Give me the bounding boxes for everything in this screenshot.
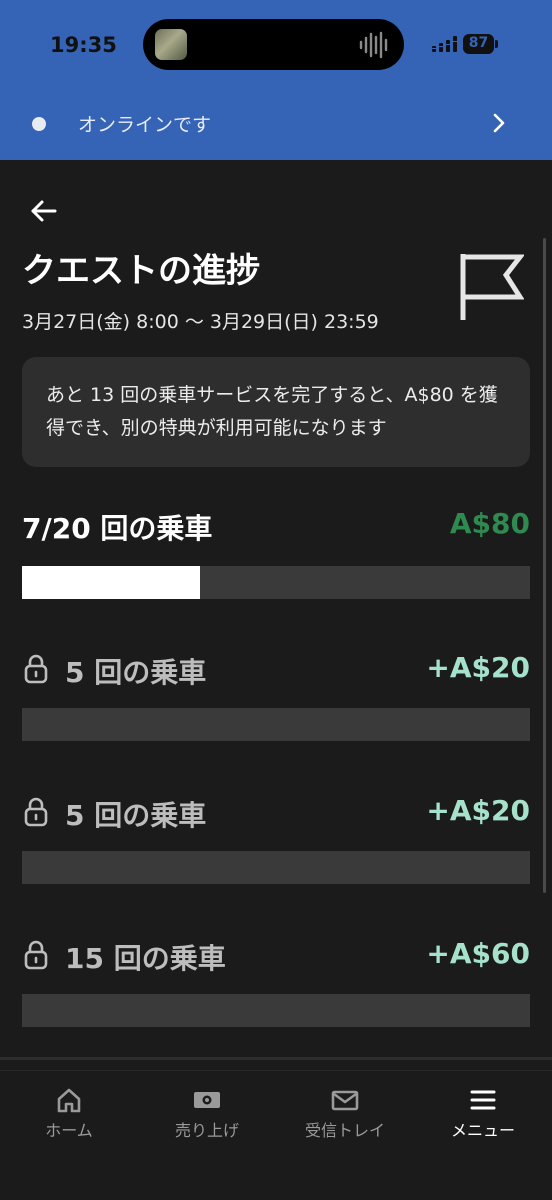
lock-icon	[24, 797, 48, 827]
tier-reward-amount: +A$60	[426, 937, 530, 970]
chevron-right-icon[interactable]	[490, 112, 508, 134]
battery-icon: 87	[463, 34, 498, 54]
tier-label: 15 回の乗車	[65, 942, 226, 975]
current-progress-fill	[22, 566, 200, 599]
nav-item-earnings[interactable]: 売り上げ	[138, 1087, 276, 1141]
nav-label-menu: メニュー	[450, 1121, 515, 1140]
nav-item-home[interactable]: ホーム	[0, 1087, 138, 1141]
lock-icon	[24, 940, 48, 970]
nav-label-earnings: 売り上げ	[174, 1121, 239, 1140]
lock-icon	[24, 654, 48, 684]
tier-reward-amount: +A$20	[426, 794, 530, 827]
tier-progress-bar	[22, 708, 530, 741]
battery-level: 87	[468, 35, 489, 51]
status-and-banner: 19:35 87 オンラインです	[0, 0, 552, 160]
cellular-signal-icon	[432, 36, 457, 52]
dynamic-island[interactable]	[143, 19, 404, 70]
current-progress-bar	[22, 566, 530, 599]
scrollbar[interactable]	[543, 238, 546, 893]
audio-wave-icon	[359, 31, 388, 59]
tier-progress-bar	[22, 994, 530, 1027]
back-arrow-icon[interactable]	[30, 198, 58, 224]
battery-tip	[495, 40, 498, 48]
status-time: 19:35	[50, 33, 117, 57]
quest-info-text: あと 13 回の乗車サービスを完了すると、A$80 を獲得でき、別の特典が利用可…	[46, 384, 498, 439]
nav-label-home: ホーム	[45, 1121, 93, 1140]
nav-label-inbox: 受信トレイ	[304, 1121, 385, 1140]
earnings-icon	[194, 1092, 220, 1108]
flag-icon	[460, 254, 524, 320]
inbox-icon	[331, 1090, 359, 1111]
quest-date-range: 3月27日(金) 8:00 〜 3月29日(日) 23:59	[22, 311, 379, 333]
nav-item-menu[interactable]: メニュー	[414, 1087, 552, 1141]
tier-label: 5 回の乗車	[65, 799, 207, 832]
quest-info-box: あと 13 回の乗車サービスを完了すると、A$80 を獲得でき、別の特典が利用可…	[22, 357, 530, 467]
now-playing-thumbnail	[155, 29, 187, 60]
nav-divider	[0, 1057, 552, 1060]
screen: 19:35 87 オンラインです クエストの進捗 3月27日(金) 8:00 〜…	[0, 0, 552, 1200]
tier-label: 5 回の乗車	[65, 656, 207, 689]
tier-progress-bar	[22, 851, 530, 884]
online-status-dot	[32, 117, 46, 131]
online-status-text[interactable]: オンラインです	[78, 110, 211, 137]
current-rides-label: 7/20 回の乗車	[22, 512, 213, 545]
tier-reward-amount: +A$20	[426, 651, 530, 684]
menu-icon	[470, 1090, 496, 1110]
nav-item-inbox[interactable]: 受信トレイ	[276, 1087, 414, 1141]
current-reward-amount: A$80	[449, 507, 530, 540]
bottom-nav: ホーム 売り上げ 受信トレイ メニュー	[0, 1070, 552, 1200]
page-title: クエストの進捗	[22, 251, 260, 291]
home-icon	[57, 1088, 81, 1113]
